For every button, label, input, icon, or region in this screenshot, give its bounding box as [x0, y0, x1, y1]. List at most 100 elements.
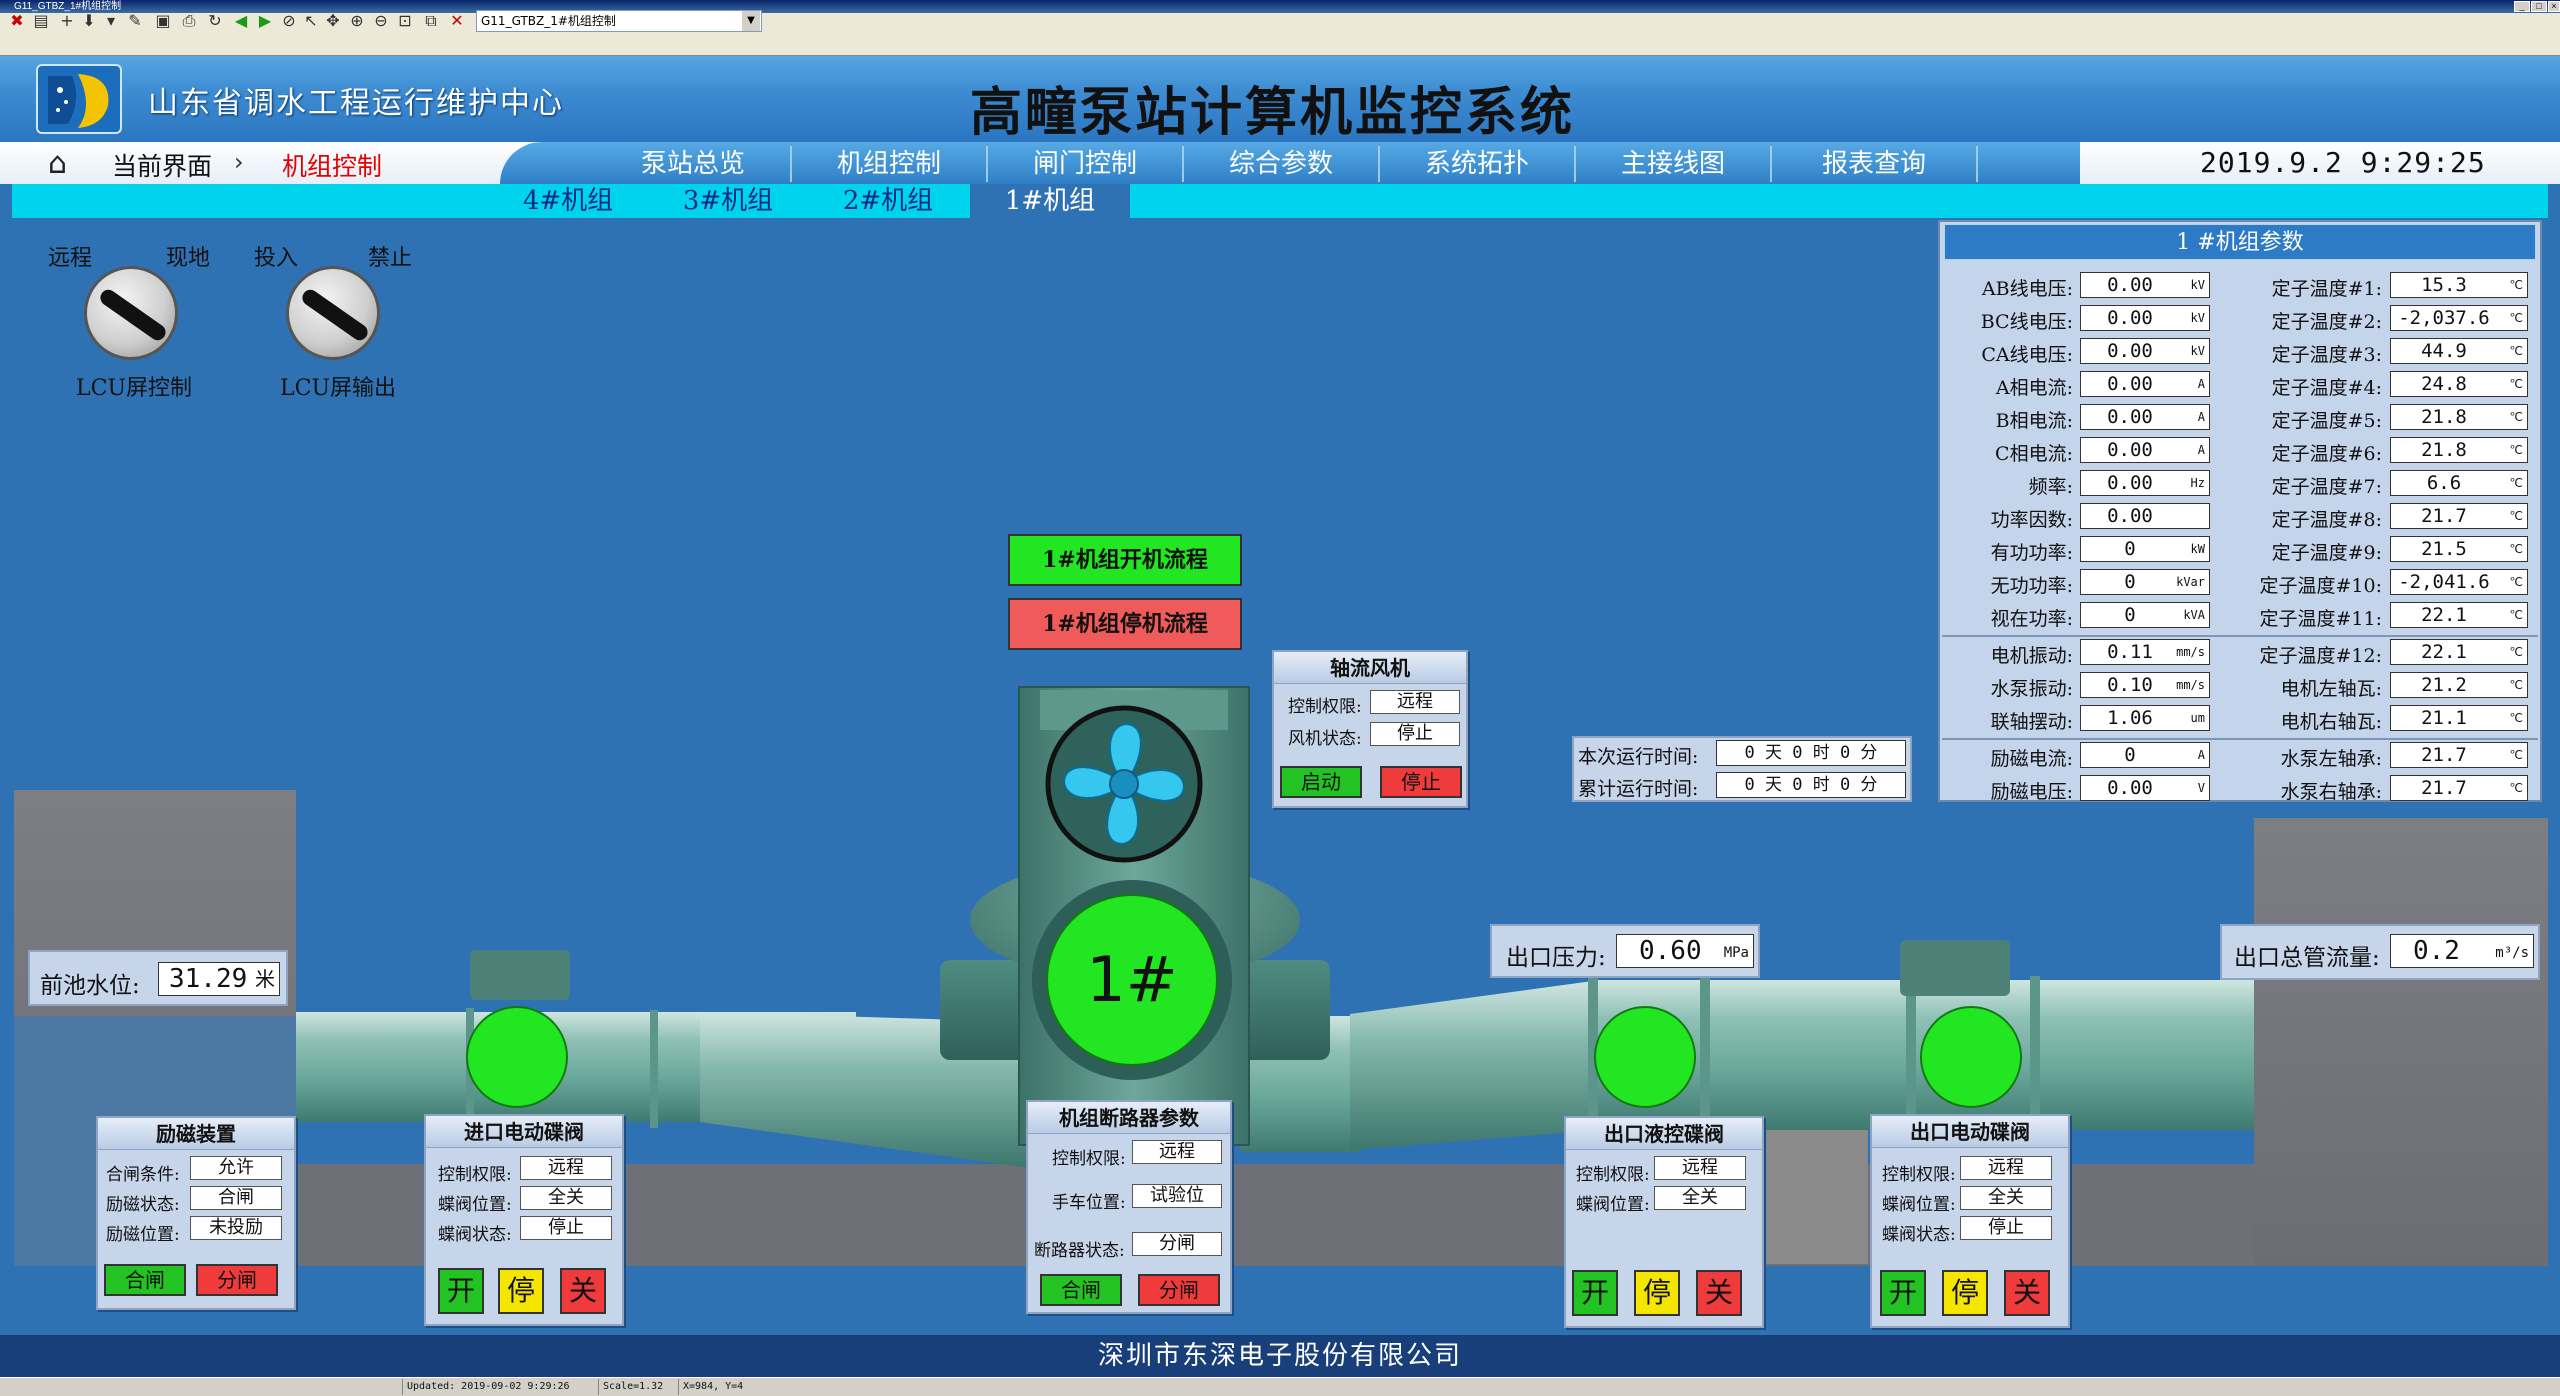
inlet-valve-row-value: 停止 — [520, 1216, 612, 1240]
tab-unit-4[interactable]: 4#机组 — [488, 184, 648, 218]
tab-unit-2[interactable]: 2#机组 — [808, 184, 968, 218]
inlet-valve-open-button[interactable]: 开 — [438, 1268, 484, 1314]
right-param-label: 定子温度#12: — [2259, 645, 2383, 667]
excitation-close-button[interactable]: 合闸 — [104, 1264, 186, 1296]
down-icon[interactable]: ⬇ — [78, 10, 100, 32]
outlet-elec-valve-indicator[interactable] — [1920, 1006, 2022, 1108]
lcu-control-knob[interactable] — [84, 266, 178, 360]
address-combo[interactable]: G11_GTBZ_1#机组控制 — [476, 10, 762, 32]
tab-unit-1[interactable]: 1#机组 — [970, 184, 1130, 218]
right-param-unit: ℃ — [2509, 542, 2523, 556]
edit-icon[interactable]: ✎ — [124, 10, 146, 32]
zoom-window-icon[interactable]: ⧉ — [420, 10, 442, 32]
outlet-hyd-valve-open-button[interactable]: 开 — [1572, 1270, 1618, 1316]
switch-local-label: 现地 — [166, 246, 211, 271]
unit-1-status-indicator[interactable]: 1# — [1046, 894, 1218, 1066]
filter-icon[interactable]: ▾ — [100, 10, 122, 32]
pipe-flange — [650, 1010, 658, 1128]
right-wall — [2254, 818, 2548, 1266]
cancel-icon[interactable]: ✕ — [446, 10, 468, 32]
new-icon[interactable]: ▤ — [30, 10, 52, 32]
refresh-icon[interactable]: ↻ — [204, 10, 226, 32]
excitation-title: 励磁装置 — [98, 1118, 294, 1150]
left-param-unit: A — [2197, 377, 2205, 391]
stop-flow-button[interactable]: 1#机组停机流程 — [1008, 598, 1242, 650]
close-window-button[interactable]: × — [2548, 1, 2560, 12]
save-icon[interactable]: ▣ — [152, 10, 174, 32]
right-param-label: 定子温度#8: — [2271, 509, 2382, 531]
left-param-label: AB线电压: — [1981, 278, 2073, 300]
footer: 深圳市东深电子股份有限公司 — [0, 1335, 2560, 1377]
outlet-hyd-valve-close-button[interactable]: 关 — [1696, 1270, 1742, 1316]
right-param-unit: ℃ — [2509, 344, 2523, 358]
nav-item-topology[interactable]: 系统拓扑 — [1380, 146, 1576, 182]
inlet-valve-row-value: 远程 — [520, 1156, 612, 1180]
outlet-elec-valve-title: 出口电动碟阀 — [1872, 1116, 2068, 1148]
left-param-value-box: 0.00 kV — [2080, 272, 2210, 298]
inlet-valve-close-button[interactable]: 关 — [560, 1268, 606, 1314]
tab-unit-3[interactable]: 3#机组 — [648, 184, 808, 218]
stop-icon[interactable]: ⊘ — [278, 10, 300, 32]
nav-item-params[interactable]: 综合参数 — [1184, 146, 1380, 182]
right-param-unit: ℃ — [2509, 645, 2523, 659]
fan-start-button[interactable]: 启动 — [1280, 766, 1362, 798]
left-param-value: 0 — [2124, 538, 2136, 560]
pointer-icon[interactable]: ↖ — [300, 10, 322, 32]
breaker-row-value: 远程 — [1132, 1140, 1222, 1164]
left-param-label: 有功功率: — [1990, 542, 2073, 564]
nav-item-unit-control[interactable]: 机组控制 — [792, 146, 988, 182]
chevron-down-icon[interactable]: ▼ — [742, 11, 760, 31]
nav-item-gate-control[interactable]: 闸门控制 — [988, 146, 1184, 182]
lcu-control-caption: LCU屏控制 — [76, 376, 192, 401]
breaker-open-button[interactable]: 分闸 — [1138, 1274, 1220, 1306]
right-param-label: 定子温度#1: — [2271, 278, 2382, 300]
inlet-valve-stop-button[interactable]: 停 — [498, 1268, 544, 1314]
left-param-value: 0.00 — [2107, 340, 2153, 362]
outlet-pressure-number: 0.60 — [1639, 936, 1702, 966]
switch-remote-label: 远程 — [48, 246, 93, 271]
outlet-elec-valve-open-button[interactable]: 开 — [1880, 1270, 1926, 1316]
params-separator — [1942, 635, 2538, 637]
right-param-value-box: 6.6 ℃ — [2390, 470, 2528, 496]
right-param-label: 定子温度#7: — [2271, 476, 2382, 498]
left-param-value: 0.00 — [2107, 274, 2153, 296]
zoom-out-icon[interactable]: ⊖ — [370, 10, 392, 32]
minimize-button[interactable]: _ — [2514, 1, 2530, 12]
add-icon[interactable]: + — [56, 10, 78, 32]
pan-icon[interactable]: ✥ — [322, 10, 344, 32]
outlet-cone — [1350, 980, 1600, 1150]
fan-stop-button[interactable]: 停止 — [1380, 766, 1462, 798]
right-param-value: 21.8 — [2421, 439, 2467, 461]
breaker-close-button[interactable]: 合闸 — [1040, 1274, 1122, 1306]
print-icon[interactable]: ⎙ — [178, 10, 200, 32]
left-param-value: 0.00 — [2107, 439, 2153, 461]
outlet-elec-valve-close-button[interactable]: 关 — [2004, 1270, 2050, 1316]
forebay-level-label: 前池水位: — [40, 973, 140, 999]
forward-icon[interactable]: ▶ — [254, 10, 276, 32]
outlet-hyd-valve-row-label: 蝶阀位置: — [1576, 1195, 1650, 1215]
lcu-output-knob[interactable] — [286, 266, 380, 360]
nav-item-overview[interactable]: 泵站总览 — [596, 146, 792, 182]
zoom-fit-icon[interactable]: ⊡ — [394, 10, 416, 32]
left-param-label: 励磁电流: — [1990, 748, 2073, 770]
nav-item-wiring[interactable]: 主接线图 — [1576, 146, 1772, 182]
right-param-label: 定子温度#9: — [2271, 542, 2382, 564]
outlet-hyd-valve-indicator[interactable] — [1594, 1006, 1696, 1108]
forebay-level-unit: 米 — [255, 967, 275, 991]
left-param-value-box: 0.00 kV — [2080, 338, 2210, 364]
nav-item-reports[interactable]: 报表查询 — [1772, 146, 1978, 182]
close-icon[interactable]: ✖ — [6, 10, 28, 32]
back-icon[interactable]: ◀ — [230, 10, 252, 32]
concrete-pier — [1762, 1128, 1868, 1264]
outlet-hyd-valve-stop-button[interactable]: 停 — [1634, 1270, 1680, 1316]
zoom-in-icon[interactable]: ⊕ — [346, 10, 368, 32]
home-icon[interactable]: ⌂ — [48, 146, 67, 181]
left-param-label: 联轴摆动: — [1990, 711, 2073, 733]
excitation-open-button[interactable]: 分闸 — [196, 1264, 278, 1296]
outlet-elec-valve-stop-button[interactable]: 停 — [1942, 1270, 1988, 1316]
left-param-value-box: 0.11 mm/s — [2080, 639, 2210, 665]
start-flow-button[interactable]: 1#机组开机流程 — [1008, 534, 1242, 586]
maximize-button[interactable]: □ — [2531, 1, 2547, 12]
right-param-value: 44.9 — [2421, 340, 2467, 362]
inlet-valve-indicator[interactable] — [466, 1006, 568, 1108]
